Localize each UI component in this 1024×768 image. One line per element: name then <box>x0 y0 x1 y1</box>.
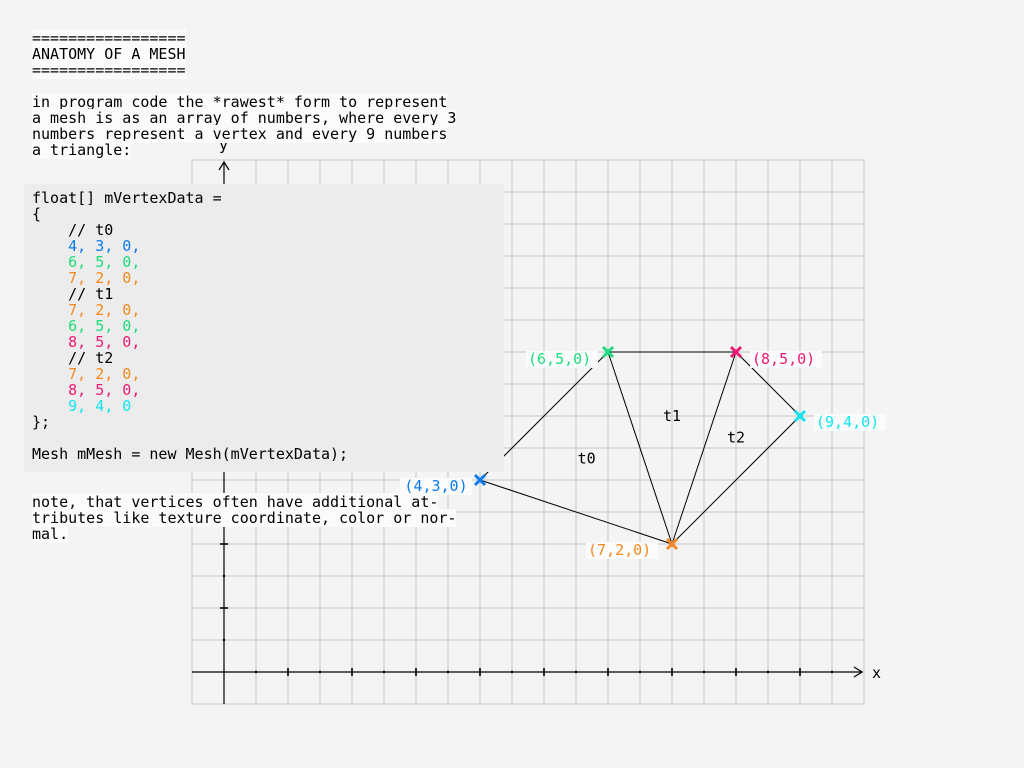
y-half-tick <box>222 574 226 578</box>
intro-line: a triangle: <box>32 141 132 159</box>
y-half-tick <box>222 638 226 642</box>
x-half-tick <box>766 670 770 674</box>
triangle-label-t1: t1 <box>663 407 681 425</box>
code-panel: float[] mVertexData = { // t0 4, 3, 0, 6… <box>24 184 504 472</box>
vertex-label: (6,5,0) <box>528 350 591 368</box>
x-half-tick <box>830 670 834 674</box>
intro-block: ================= ANATOMY OF A MESH ====… <box>32 29 502 159</box>
x-axis-label: x <box>872 664 881 682</box>
axis-ticks <box>220 543 834 676</box>
x-half-tick <box>510 670 514 674</box>
x-half-tick <box>446 670 450 674</box>
code-line-close: }; <box>32 413 51 431</box>
x-half-tick <box>574 670 578 674</box>
x-half-tick <box>702 670 706 674</box>
vertex-label: (9,4,0) <box>816 413 879 431</box>
note-block: note, that vertices often have additiona… <box>32 493 502 543</box>
x-half-tick <box>254 670 258 674</box>
vertex-label: (8,5,0) <box>752 350 815 368</box>
code-line-decl: float[] mVertexData = <box>32 189 222 207</box>
code-line-mesh: Mesh mMesh = new Mesh(mVertexData); <box>32 445 349 463</box>
x-half-tick <box>318 670 322 674</box>
code-listing: float[] mVertexData = { // t0 4, 3, 0, 6… <box>24 184 504 468</box>
x-half-tick <box>382 670 386 674</box>
header-rule-bottom: ================= <box>32 61 186 79</box>
triangle-label-t0: t0 <box>578 450 596 468</box>
note-line: mal. <box>32 525 69 543</box>
x-half-tick <box>638 670 642 674</box>
note-line: tributes like texture coordinate, color … <box>32 509 457 527</box>
vertex-label: (7,2,0) <box>588 541 651 559</box>
triangle-label-t2: t2 <box>727 428 745 446</box>
